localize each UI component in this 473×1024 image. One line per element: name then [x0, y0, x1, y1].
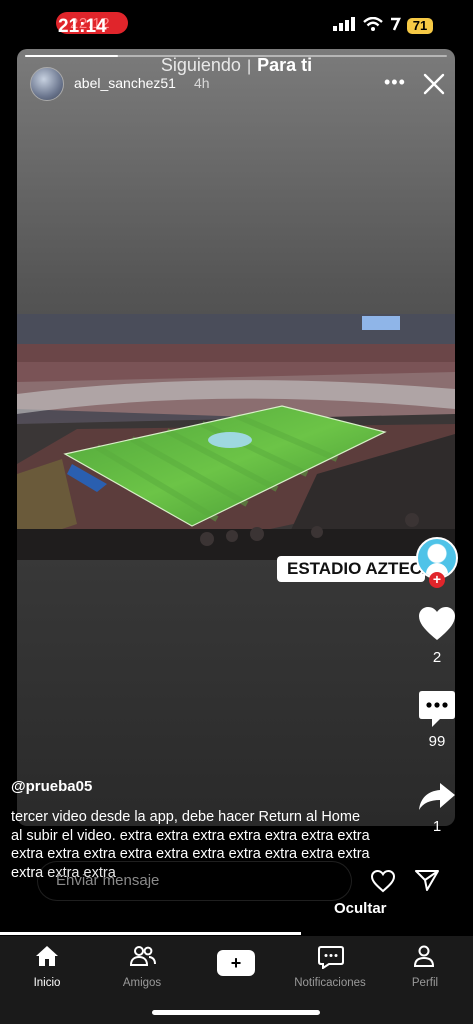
tab-for-you[interactable]: Para ti — [257, 55, 312, 75]
send-icon[interactable] — [414, 868, 440, 892]
like-story-icon[interactable] — [370, 869, 396, 893]
share-count: 1 — [432, 818, 442, 835]
location-text: ESTADIO AZTECA — [287, 559, 425, 578]
tab-following[interactable]: Siguiendo — [161, 55, 241, 75]
friends-icon — [130, 946, 156, 966]
caption-username[interactable]: @prueba05 — [11, 778, 92, 795]
create-button[interactable]: + — [217, 950, 255, 976]
story-age: 4h — [194, 75, 210, 91]
story-username[interactable]: abel_sanchez51 — [74, 75, 176, 91]
nav-friends-label: Amigos — [122, 977, 162, 989]
like-count: 2 — [432, 649, 442, 666]
comment-icon[interactable] — [418, 690, 456, 728]
heart-icon[interactable] — [418, 606, 456, 642]
nav-home-label: Inicio — [33, 977, 61, 989]
profile-icon — [413, 945, 435, 967]
tab-separator: | — [246, 58, 252, 75]
hide-button[interactable]: Ocultar — [334, 900, 387, 917]
location-sticker[interactable]: ESTADIO AZTECA — [277, 556, 425, 582]
stadium-photo — [17, 314, 455, 560]
nav-notifications-label: Notificaciones — [294, 977, 366, 989]
ellipsis-icon[interactable]: ••• — [384, 72, 406, 93]
home-icon — [36, 946, 58, 966]
comment-count: 99 — [428, 733, 446, 750]
follow-plus-icon[interactable]: + — [429, 572, 445, 588]
share-icon[interactable] — [418, 781, 456, 811]
signal-icon — [333, 17, 355, 31]
status-icons — [333, 17, 401, 31]
battery-indicator: 71 — [407, 18, 433, 34]
extra-status-icon — [391, 17, 401, 31]
wifi-icon — [363, 17, 383, 31]
nav-profile-label: Perfil — [411, 977, 439, 989]
status-time: 21:14 — [58, 16, 107, 37]
notifications-icon — [318, 946, 344, 969]
story-avatar[interactable] — [30, 67, 64, 101]
close-icon[interactable] — [420, 70, 448, 98]
home-indicator — [152, 1010, 320, 1015]
message-input[interactable] — [37, 861, 352, 901]
swipe-progress-line — [0, 932, 301, 935]
